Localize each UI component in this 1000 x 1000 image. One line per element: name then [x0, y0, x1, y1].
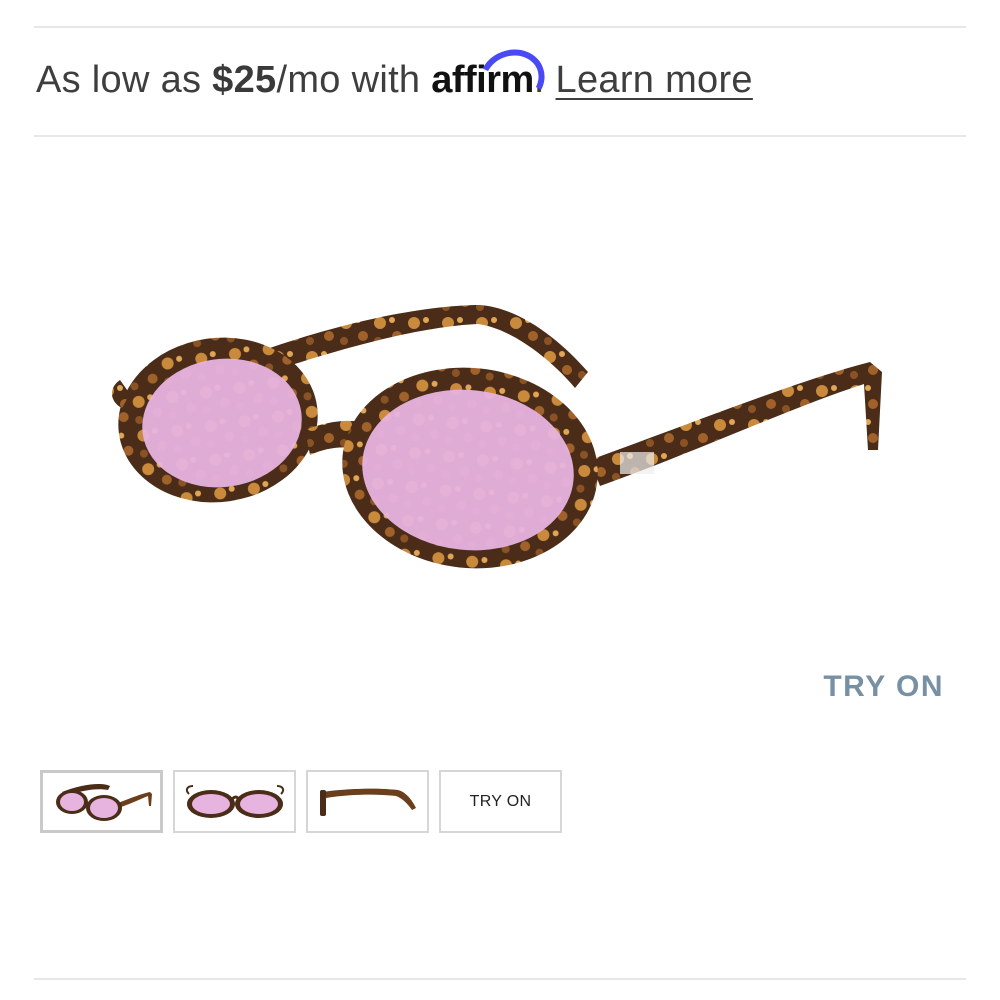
affirm-logo: affirm	[431, 40, 554, 118]
thumbnail-side-view[interactable]	[306, 770, 429, 833]
financing-suffix: /mo with	[276, 59, 432, 101]
try-on-button[interactable]: TRY ON	[823, 670, 944, 704]
thumbnail-angle-image	[55, 783, 152, 821]
affirm-financing-message: As low as $25/mo with affirm. Learn more	[36, 40, 753, 118]
thumbnail-try-on[interactable]: TRY ON	[439, 770, 562, 833]
financing-prefix: As low as	[36, 59, 213, 101]
thumbnail-side-image	[319, 788, 416, 816]
thumbnail-strip: TRY ON	[40, 770, 562, 833]
top-divider	[34, 26, 966, 28]
product-main-image[interactable]	[100, 280, 900, 600]
temple-logo-plate	[620, 452, 654, 474]
bottom-divider	[34, 978, 966, 980]
thumbnail-try-on-label: TRY ON	[469, 792, 532, 810]
thumbnail-angle-view[interactable]	[40, 770, 163, 833]
thumbnail-front-image	[185, 784, 284, 818]
section-divider	[34, 135, 966, 137]
financing-amount: $25	[212, 59, 277, 101]
learn-more-link[interactable]: Learn more	[556, 59, 753, 101]
thumbnail-front-view[interactable]	[173, 770, 296, 833]
